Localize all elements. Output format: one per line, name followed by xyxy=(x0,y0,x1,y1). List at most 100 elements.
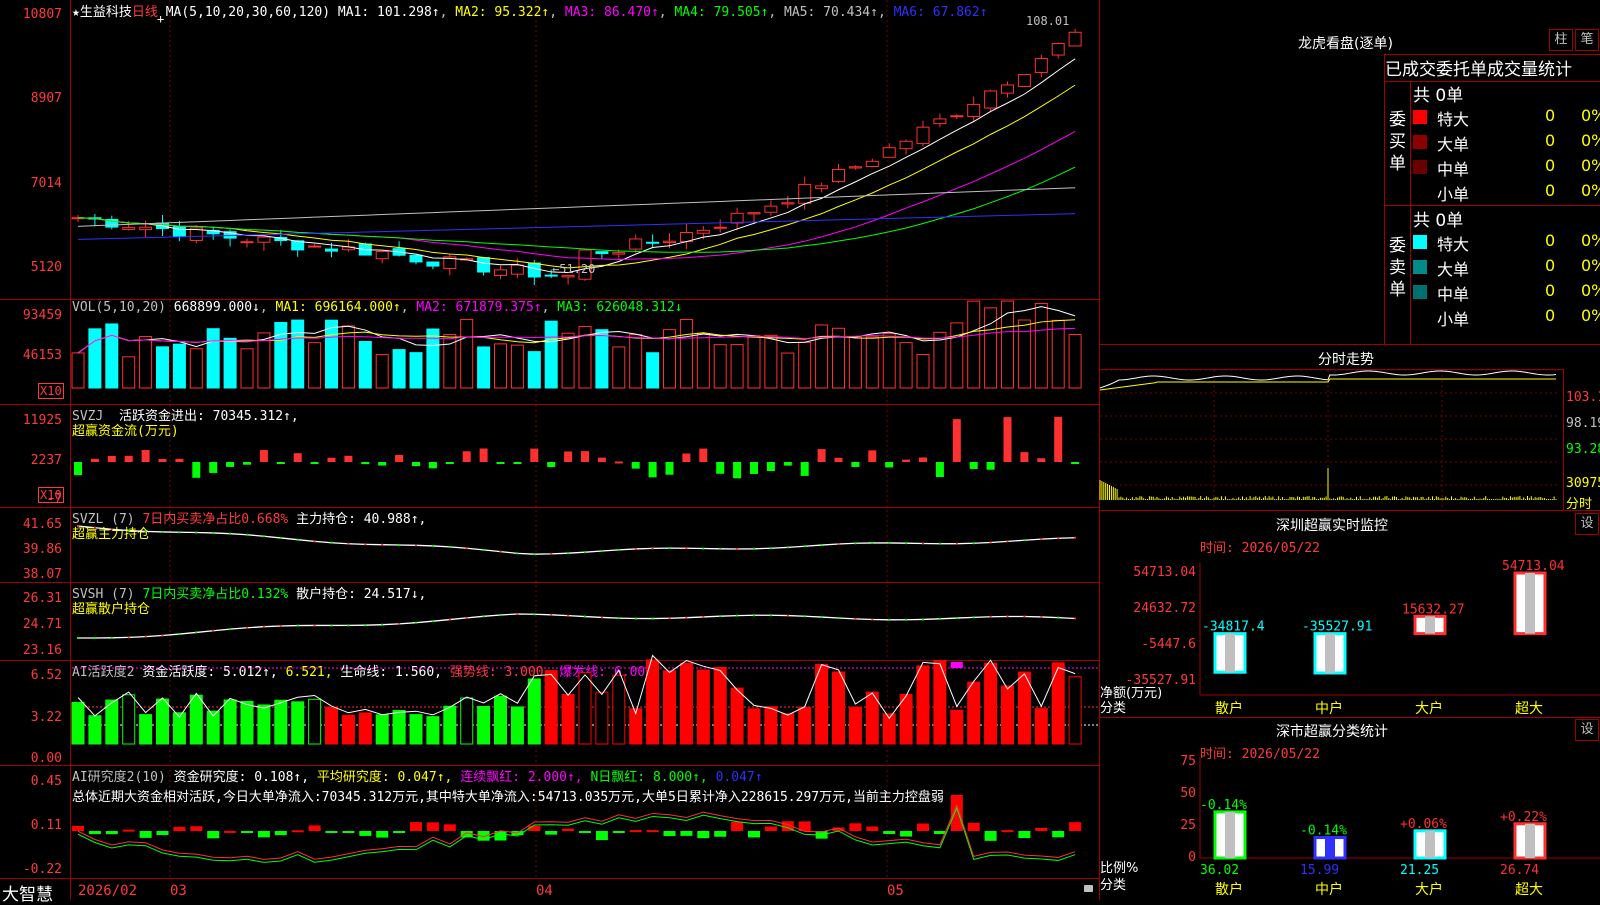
holding-tick xyxy=(93,526,96,529)
intraday-label-2: 98.19 xyxy=(1566,416,1600,431)
activity-bar xyxy=(848,706,862,745)
intraday-chart[interactable] xyxy=(1099,369,1560,510)
szc-change-label: -0.14% xyxy=(1200,798,1247,813)
holding-tick xyxy=(753,614,755,617)
svzj-chart[interactable] xyxy=(0,405,1099,508)
fund-flow-bar xyxy=(124,455,133,462)
sz-monitor-chart[interactable]: -34817.4 散户 -35527.91 中户 15632.27 大户 54713.04 超… xyxy=(1199,525,1600,717)
holding-tick xyxy=(127,636,130,639)
fund-flow-bar xyxy=(733,462,742,479)
fund-flow-bar xyxy=(74,462,82,476)
sz-category-label: 大户 xyxy=(1415,700,1443,717)
szc-category-label: 散户 xyxy=(1215,881,1243,898)
research-bar xyxy=(173,826,186,831)
volume-bar xyxy=(460,318,474,389)
holding-tick xyxy=(347,542,350,545)
volume-bar xyxy=(747,335,761,389)
fund-flow-bar xyxy=(783,462,792,466)
holding-tick xyxy=(1074,617,1077,620)
fund-flow-bar xyxy=(597,457,606,462)
activity-bar xyxy=(747,708,761,745)
buy-pct: 0% xyxy=(1581,131,1600,150)
research-bar xyxy=(410,822,422,831)
research-bar xyxy=(562,828,575,831)
buy-color-swatch xyxy=(1413,185,1427,199)
candle-body xyxy=(865,160,879,168)
activity-bar xyxy=(663,670,676,745)
sell-name: 大单 xyxy=(1437,260,1470,279)
kline-area[interactable]: ★生益科技日线 MA(5,10,20,30,60,120) MA1: 101.2… xyxy=(0,0,1099,905)
fund-flow-bar xyxy=(462,451,471,462)
holding-tick xyxy=(888,541,891,544)
szc-value-label: 36.02 xyxy=(1200,863,1239,878)
holding-tick xyxy=(685,616,688,619)
holding-tick xyxy=(736,547,739,550)
research-bar xyxy=(595,831,608,841)
sell-name: 特大 xyxy=(1437,235,1470,254)
fund-flow-bar xyxy=(226,462,235,467)
activity-bar xyxy=(139,714,153,745)
activity-bar xyxy=(274,699,288,745)
sz-category-chart[interactable]: -0.14% 36.02 散户 -0.14% 15.99 中户 +0.06% 21.25 大户 +… xyxy=(1199,730,1600,900)
holding-tick xyxy=(719,615,722,618)
fund-flow-bar xyxy=(479,448,488,462)
tick-view-button[interactable]: 笔 xyxy=(1575,29,1599,51)
buy-pct: 0% xyxy=(1581,181,1600,200)
fund-flow-bar xyxy=(969,462,978,469)
volume-chart[interactable] xyxy=(0,300,1099,405)
bar-view-button[interactable]: 柱 xyxy=(1549,29,1573,51)
sz-category-label: 散户 xyxy=(1215,700,1243,717)
candlestick-chart[interactable] xyxy=(0,0,1099,300)
fund-flow-bar xyxy=(209,462,218,473)
activity-bar xyxy=(291,701,305,745)
ai-research-chart[interactable] xyxy=(0,766,1099,879)
sell-name: 中单 xyxy=(1437,285,1470,304)
sell-count: 0 xyxy=(1545,306,1556,325)
research-bar xyxy=(1018,831,1031,839)
candle-body xyxy=(848,166,862,169)
holding-tick xyxy=(1074,536,1077,539)
lock-icon[interactable] xyxy=(1084,885,1093,892)
activity-bar xyxy=(798,706,812,745)
activity-bar xyxy=(696,669,710,745)
x-label-mar: 03 xyxy=(170,883,187,899)
activity-bar xyxy=(156,698,169,745)
ai-active-chart[interactable] xyxy=(0,654,1099,766)
volume-bar xyxy=(679,319,693,389)
fund-flow-bar xyxy=(868,450,877,462)
holding-tick xyxy=(127,529,130,532)
intraday-label-1: 103.1 xyxy=(1566,390,1600,405)
fund-flow-bar xyxy=(885,462,894,468)
buy-name: 大单 xyxy=(1437,135,1470,154)
svsh-chart[interactable] xyxy=(0,583,1099,661)
holding-tick xyxy=(736,614,739,617)
szc-value-label: 15.99 xyxy=(1300,863,1339,878)
fund-flow-bar xyxy=(445,462,454,464)
fund-flow-bar xyxy=(817,449,826,462)
activity-bar xyxy=(189,694,203,745)
fund-flow-bar xyxy=(276,462,285,464)
volume-bar xyxy=(612,346,626,389)
sz-value-label: 15632.27 xyxy=(1402,602,1465,617)
fund-flow-bar xyxy=(1054,416,1063,462)
volume-bar xyxy=(798,341,812,389)
activity-bar xyxy=(409,714,423,745)
candle-body xyxy=(629,238,643,250)
holding-tick xyxy=(989,541,992,544)
holding-tick xyxy=(110,636,113,639)
volume-bar xyxy=(561,332,575,389)
research-bar xyxy=(190,826,203,831)
holding-tick xyxy=(702,615,705,618)
volume-bar xyxy=(494,343,507,389)
volume-bar xyxy=(899,342,913,389)
holding-tick xyxy=(296,538,299,541)
volume-bar xyxy=(325,319,338,389)
fund-flow-bar xyxy=(1020,452,1029,462)
holding-tick xyxy=(161,634,164,637)
volume-bar xyxy=(71,352,85,389)
activity-bar xyxy=(240,700,254,745)
activity-bar xyxy=(88,715,102,745)
svzl-chart[interactable] xyxy=(0,508,1099,583)
activity-bar xyxy=(679,662,693,745)
research-bar xyxy=(917,823,929,831)
